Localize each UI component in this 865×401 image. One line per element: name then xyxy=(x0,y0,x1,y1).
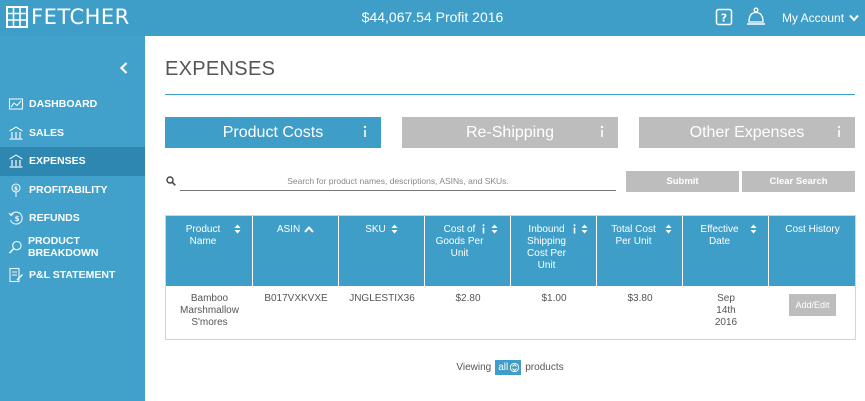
cell-text: Bamboo Marshmallow S'mores xyxy=(180,293,239,328)
viewing-suffix: products xyxy=(525,362,564,373)
statement-icon xyxy=(9,268,24,283)
sort-icon[interactable] xyxy=(750,224,757,234)
cell-sku: JNGLESTIX36 xyxy=(349,293,415,304)
svg-text:$: $ xyxy=(14,185,18,192)
clear-search-button[interactable]: Clear Search xyxy=(742,171,855,192)
service-bell-icon[interactable] xyxy=(746,6,766,28)
account-menu[interactable]: My Account xyxy=(782,11,859,25)
cell-effective-date: Sep 14th 2016 xyxy=(683,286,769,339)
table-header: Product Name ASIN SKU Cost of Goods Per … xyxy=(166,216,855,286)
tab-label: Re-Shipping xyxy=(465,123,555,141)
column-header-total-cost[interactable]: Total Cost Per Unit xyxy=(597,216,683,286)
column-label: Cost of Goods Per Unit xyxy=(435,224,484,259)
sidebar-item-sales[interactable]: SALES xyxy=(0,119,145,148)
cell-inbound-shipping: $1.00 xyxy=(541,293,567,304)
column-label: Inbound Shipping Cost Per Unit xyxy=(527,224,566,271)
select-arrows-icon xyxy=(510,362,520,373)
sidebar-item-label: DASHBOARD xyxy=(29,98,98,111)
profitability-icon: $ xyxy=(11,183,21,197)
column-header-asin[interactable]: ASIN xyxy=(253,216,339,286)
viewing-prefix: Viewing xyxy=(456,362,492,373)
sort-icon[interactable] xyxy=(665,224,672,234)
dashboard-icon xyxy=(8,98,24,110)
info-icon[interactable] xyxy=(481,224,486,234)
sidebar-item-label: EXPENSES xyxy=(29,155,86,168)
profit-summary: $44,067.54 Profit 2016 xyxy=(361,9,504,25)
tab-re-shipping[interactable]: Re-Shipping xyxy=(402,117,618,148)
add-edit-button[interactable]: Add/Edit xyxy=(789,294,836,316)
title-divider xyxy=(165,94,855,95)
sort-icon[interactable] xyxy=(234,224,241,234)
sort-icon[interactable] xyxy=(581,224,588,234)
refunds-icon: $ xyxy=(8,211,23,225)
sort-ascending-icon[interactable] xyxy=(304,226,314,233)
magnifier-icon xyxy=(8,240,22,254)
page-title: EXPENSES xyxy=(165,58,276,80)
column-header-sku[interactable]: SKU xyxy=(339,216,425,286)
cell-text: Sep 14th 2016 xyxy=(714,293,738,328)
cell-asin: B017VXKVXE xyxy=(264,293,328,304)
sidebar-item-label: SALES xyxy=(29,126,65,139)
column-label: ASIN xyxy=(276,224,301,235)
sidebar-item-label: REFUNDS xyxy=(29,212,80,225)
column-label: Product Name xyxy=(185,224,221,247)
sort-icon[interactable] xyxy=(391,224,398,234)
sidebar-item-expenses[interactable]: EXPENSES xyxy=(0,147,145,176)
sidebar-item-pl-statement[interactable]: P&L STATEMENT xyxy=(0,261,145,290)
search-input[interactable] xyxy=(180,171,616,191)
info-icon[interactable] xyxy=(598,125,606,139)
sidebar-item-refunds[interactable]: $ REFUNDS xyxy=(0,204,145,233)
top-bar: FETCHER $44,067.54 Profit 2016 ? My Acco… xyxy=(0,0,865,36)
sidebar-item-dashboard[interactable]: DASHBOARD xyxy=(0,90,145,119)
sidebar-item-product-breakdown[interactable]: PRODUCT BREAKDOWN xyxy=(0,233,145,262)
column-header-inbound-shipping[interactable]: Inbound Shipping Cost Per Unit xyxy=(511,216,597,286)
cell-product-name: Bamboo Marshmallow S'mores xyxy=(166,286,253,339)
account-label: My Account xyxy=(782,11,845,25)
viewing-select[interactable]: all xyxy=(495,360,522,375)
column-header-product-name[interactable]: Product Name xyxy=(166,216,253,286)
viewing-select-value: all xyxy=(498,362,509,373)
column-header-cost-history: Cost History xyxy=(769,216,856,286)
column-label: Effective Date xyxy=(700,224,739,247)
cell-total-cost: $3.80 xyxy=(627,293,653,304)
info-icon[interactable] xyxy=(572,224,577,234)
tab-label: Product Costs xyxy=(222,123,324,141)
sidebar: DASHBOARD SALES EXPENSES $ PROFITABILITY… xyxy=(0,36,145,401)
table-row: Bamboo Marshmallow S'mores B017VXKVXE JN… xyxy=(166,286,855,339)
sidebar-item-label: PRODUCT BREAKDOWN xyxy=(27,234,99,259)
table-body: Bamboo Marshmallow S'mores B017VXKVXE JN… xyxy=(166,286,855,339)
product-costs-table: Product Name ASIN SKU Cost of Goods Per … xyxy=(165,215,856,340)
sidebar-item-label: P&L STATEMENT xyxy=(29,269,116,282)
sidebar-nav: DASHBOARD SALES EXPENSES $ PROFITABILITY… xyxy=(0,90,145,290)
chevron-down-icon xyxy=(849,14,859,22)
submit-button[interactable]: Submit xyxy=(626,171,739,192)
column-header-cost-of-goods[interactable]: Cost of Goods Per Unit xyxy=(425,216,511,286)
help-icon[interactable]: ? xyxy=(715,8,733,26)
column-label: SKU xyxy=(365,224,386,235)
collapse-sidebar-icon[interactable] xyxy=(119,62,129,74)
svg-text:$: $ xyxy=(15,215,20,223)
sales-icon xyxy=(9,126,23,140)
column-label: Cost History xyxy=(785,224,840,235)
info-icon[interactable] xyxy=(835,125,843,139)
info-icon[interactable] xyxy=(361,125,369,139)
sidebar-item-profitability[interactable]: $ PROFITABILITY xyxy=(0,176,145,205)
tab-label: Other Expenses xyxy=(689,123,805,141)
sidebar-item-label: PROFITABILITY xyxy=(29,183,108,196)
viewing-footer: Viewing all products xyxy=(0,360,865,375)
column-header-effective-date[interactable]: Effective Date xyxy=(683,216,769,286)
svg-text:?: ? xyxy=(721,12,727,25)
search-icon xyxy=(166,176,176,186)
expenses-icon xyxy=(9,154,23,168)
tab-product-costs[interactable]: Product Costs xyxy=(165,117,381,148)
sort-icon[interactable] xyxy=(491,224,498,234)
cell-cost-history: Add/Edit xyxy=(769,286,856,339)
column-label: Total Cost Per Unit xyxy=(611,224,656,247)
tab-other-expenses[interactable]: Other Expenses xyxy=(639,117,855,148)
cell-cost-of-goods: $2.80 xyxy=(455,293,481,304)
